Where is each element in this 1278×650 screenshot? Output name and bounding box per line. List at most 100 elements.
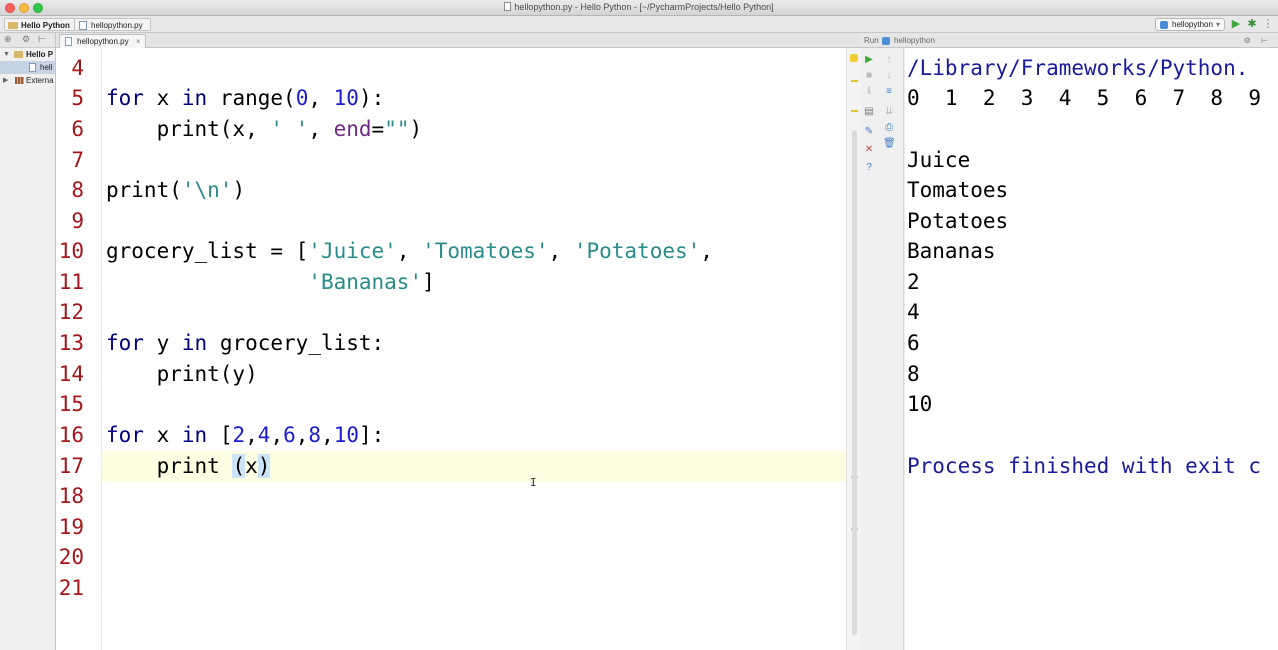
run-config-tab[interactable]: hellopython [882, 33, 935, 48]
scroll-up-icon[interactable]: ↑ [883, 54, 895, 66]
stop-icon[interactable]: ■ [863, 70, 875, 82]
tree-item-label: hell [40, 63, 53, 72]
run-panel-header: Run hellopython ⚙ ⊢ [860, 33, 1278, 48]
warning-marker[interactable] [851, 80, 858, 82]
code-line-6[interactable]: print(x, ' ', end="") [102, 114, 846, 145]
code-line-15[interactable] [102, 389, 846, 420]
soft-wrap-icon[interactable]: ≡ [883, 86, 895, 98]
help-icon[interactable]: ? [863, 162, 875, 174]
run-toolbar: ▶ ↑ ■ ↓ ‖ ≡ ▤ ⇊ ✎ ⎙ ✕ 🗑 ? [860, 48, 904, 650]
collapsed-triangle-icon[interactable]: ▶ [3, 74, 8, 87]
line-number: 7 [71, 148, 84, 172]
console-line: 10 [907, 392, 933, 416]
window-title: hellopython.py - Hello Python - [~/Pycha… [0, 2, 1278, 12]
line-number: 6 [71, 117, 84, 141]
pin-icon[interactable]: ✎ [863, 126, 875, 138]
sync-icon[interactable]: ⊕ [4, 34, 12, 45]
code-line-20[interactable] [102, 542, 846, 573]
python-file-icon [29, 63, 36, 72]
clear-icon[interactable]: 🗑 [883, 138, 896, 150]
tab-label: hellopython.py [77, 37, 129, 46]
code-line-14[interactable]: print(y) [102, 359, 846, 390]
panel-settings-icons[interactable]: ⚙ ⊢ [1244, 33, 1272, 48]
console-line: 8 [907, 362, 920, 386]
python-icon [882, 37, 890, 45]
run-configuration-select[interactable]: hellopython ▾ [1155, 18, 1225, 31]
run-icon[interactable]: ▶ [1230, 18, 1242, 30]
window-title-text: hellopython.py - Hello Python - [~/Pycha… [514, 2, 774, 12]
line-number: 15 [58, 392, 84, 416]
console-line: Bananas [907, 239, 996, 263]
folder-icon [14, 51, 23, 58]
gear-icon[interactable]: ⚙ [22, 34, 30, 45]
console-line: Tomatoes [907, 178, 1009, 202]
file-icon [504, 2, 512, 11]
inspection-status-icon[interactable] [850, 54, 858, 62]
code-line-8[interactable]: print('\n') [102, 175, 846, 206]
pause-icon[interactable]: ‖ [863, 86, 875, 98]
editor-tab-bar: hellopython.py × [56, 33, 860, 48]
console-line: Juice [907, 148, 971, 172]
debug-icon[interactable]: ✱ [1246, 18, 1258, 30]
warning-marker[interactable] [851, 110, 858, 112]
console-line: 6 [907, 331, 920, 355]
tree-item-project[interactable]: ▼ Hello P [0, 48, 55, 61]
project-panel: ⊕ ⚙ ⊢ ▼ Hello P hell ▶ Externa [0, 33, 56, 650]
collapse-icon[interactable]: ⊢ [38, 34, 46, 45]
code-line-10[interactable]: grocery_list = ['Juice', 'Tomatoes', 'Po… [102, 236, 846, 267]
tree-item-label: Externa [26, 76, 54, 85]
line-number: 9 [71, 209, 84, 233]
restore-layout-icon[interactable]: ▤ [863, 106, 875, 118]
code-line-12[interactable] [102, 297, 846, 328]
chevron-down-icon: ▾ [1215, 20, 1220, 29]
code-line-4[interactable] [102, 53, 846, 84]
editor-scrollbar[interactable] [852, 130, 857, 635]
run-configuration-label: hellopython [1172, 20, 1213, 29]
rerun-icon[interactable]: ▶ [863, 54, 875, 66]
line-number: 11 [58, 270, 84, 294]
line-number: 10 [58, 239, 84, 263]
python-icon [1160, 21, 1168, 29]
line-number: 14 [58, 362, 84, 386]
line-number: 16 [58, 423, 84, 447]
tree-item-file[interactable]: hell [0, 61, 55, 74]
code-line-13[interactable]: for y in grocery_list: [102, 328, 846, 359]
code-line-5[interactable]: for x in range(0, 10): [102, 83, 846, 114]
python-file-icon [65, 37, 72, 46]
close-run-icon[interactable]: ✕ [863, 144, 875, 156]
breadcrumb-project-label: Hello Python [21, 21, 70, 30]
navigation-bar: Hello Python hellopython.py hellopython … [0, 16, 1278, 33]
print-icon[interactable]: ⎙ [883, 122, 895, 134]
console-line: Process finished with exit c [907, 454, 1262, 478]
tree-item-label: Hello P [26, 50, 54, 59]
code-line-19[interactable] [102, 512, 846, 543]
more-icon[interactable]: ⋮ [1262, 18, 1274, 30]
scroll-down-icon[interactable]: ↓ [883, 70, 895, 82]
expand-triangle-icon[interactable]: ▼ [3, 48, 10, 61]
code-line-11[interactable]: 'Bananas'] [102, 267, 846, 298]
line-number: 5 [71, 86, 84, 110]
console-line: /Library/Frameworks/Python. [907, 56, 1249, 80]
code-line-17-current[interactable]: print (x) [102, 451, 846, 482]
line-number: 12 [58, 300, 84, 324]
tree-item-external-libraries[interactable]: ▶ Externa [0, 74, 55, 87]
line-number: 18 [58, 484, 84, 508]
breadcrumb-project[interactable]: Hello Python [4, 18, 78, 31]
console-line: 0 1 2 3 4 5 6 7 8 9 [907, 86, 1262, 110]
line-number: 8 [71, 178, 84, 202]
library-icon [15, 77, 24, 84]
line-number: 19 [58, 515, 84, 539]
tab-hellopython[interactable]: hellopython.py × [59, 34, 146, 48]
scroll-end-icon[interactable]: ⇊ [883, 106, 895, 118]
breadcrumb-file[interactable]: hellopython.py [74, 18, 151, 31]
close-icon[interactable]: × [136, 35, 141, 48]
run-config-tab-label: hellopython [894, 36, 935, 45]
code-line-16[interactable]: for x in [2,4,6,8,10]: [102, 420, 846, 451]
code-line-7[interactable] [102, 145, 846, 176]
run-console[interactable]: /Library/Frameworks/Python. 0 1 2 3 4 5 … [905, 48, 1278, 650]
code-editor[interactable]: for x in range(0, 10): print(x, ' ', end… [102, 48, 846, 650]
code-line-21[interactable] [102, 573, 846, 604]
folder-icon [8, 22, 18, 29]
code-line-9[interactable] [102, 206, 846, 237]
code-line-18[interactable] [102, 481, 846, 512]
